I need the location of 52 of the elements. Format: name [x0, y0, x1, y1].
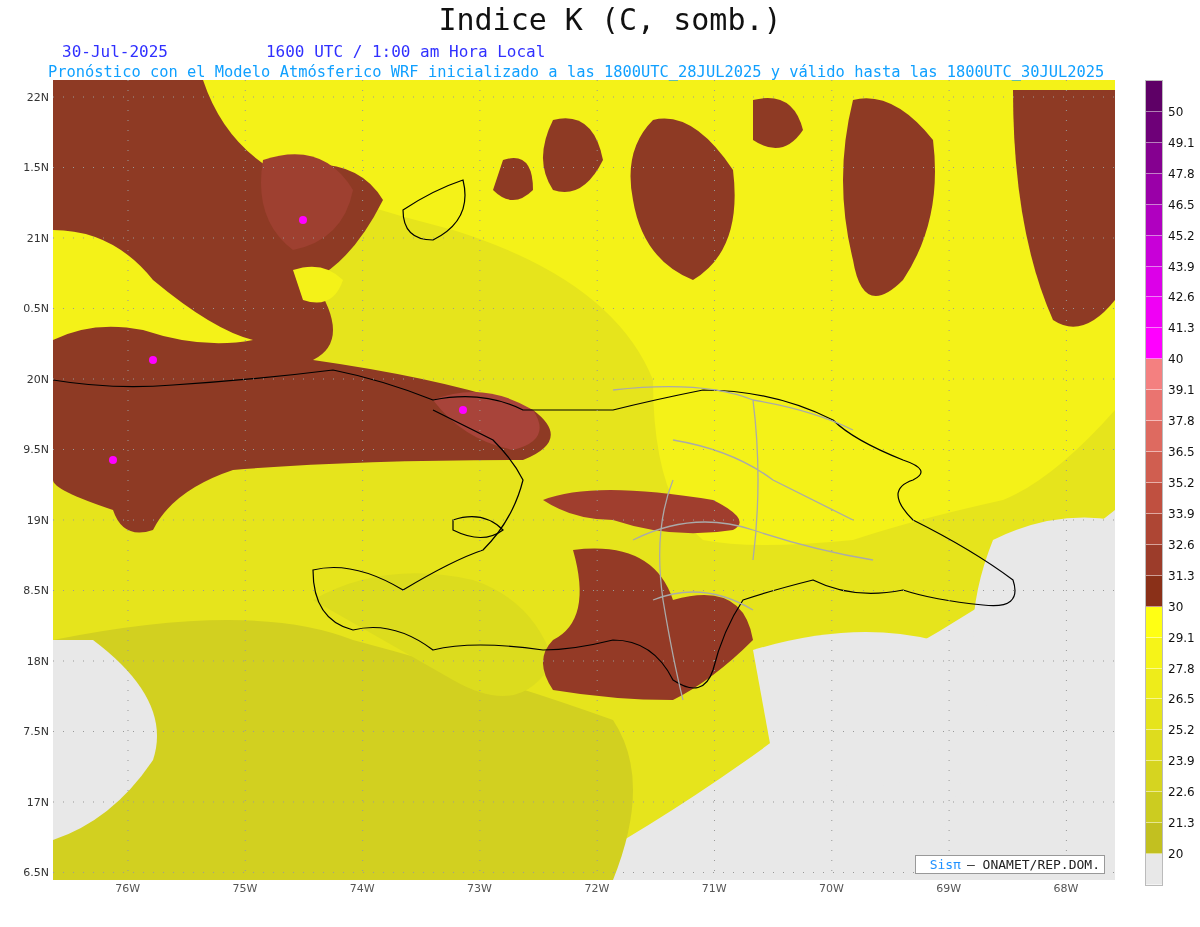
credit-text: – ONAMET/REP.DOM.	[966, 857, 1100, 872]
latitude-label: 22N	[25, 89, 50, 106]
forecast-date: 30-Jul-2025	[62, 42, 168, 62]
latitude-label: 1.5N	[22, 160, 50, 177]
scale-label: 31.3	[1168, 567, 1195, 584]
scale-label: 21.3	[1168, 815, 1195, 832]
scale-label: 30	[1168, 598, 1184, 615]
scale-label: 45.2	[1168, 227, 1195, 244]
scale-label: 40	[1168, 351, 1184, 368]
scale-label: 23.9	[1168, 753, 1195, 770]
scale-label: 50	[1168, 103, 1184, 120]
latitude-label: 9.5N	[22, 442, 50, 459]
scale-label: 37.8	[1168, 413, 1195, 430]
scale-label: 20	[1168, 846, 1184, 863]
scale-label: 22.6	[1168, 784, 1195, 801]
scale-label: 41.3	[1168, 320, 1195, 337]
longitude-label: 74W	[348, 882, 376, 895]
scale-label: 29.1	[1168, 629, 1195, 646]
latitude-label: 0.5N	[22, 301, 50, 318]
scale-label: 43.9	[1168, 258, 1195, 275]
latitude-label: 17N	[25, 794, 50, 811]
scale-label: 26.5	[1168, 691, 1195, 708]
longitude-label: 72W	[583, 882, 611, 895]
scale-label: 33.9	[1168, 505, 1195, 522]
latitude-label: 20N	[25, 371, 50, 388]
logo-text: Sisπ	[929, 857, 961, 872]
scale-label: 36.5	[1168, 444, 1195, 461]
scale-label: 27.8	[1168, 660, 1195, 677]
latitude-label: 21N	[25, 230, 50, 247]
scale-label: 35.2	[1168, 475, 1195, 491]
longitude-label: 73W	[466, 882, 493, 895]
scale-label: 42.6	[1168, 289, 1195, 306]
forecast-subtitle: Pronóstico con el Modelo Atmósferico WRF inicializado a las 1800UTC_28JUL2025 y válido hasta las 1800UTC_30JUL2025	[48, 62, 1106, 82]
scale-label: 32.6	[1168, 536, 1195, 553]
latitude-label: 6.5N	[22, 865, 50, 882]
latitude-label: 8.5N	[22, 583, 50, 600]
scale-label: 47.8	[1168, 165, 1195, 182]
longitude-label: 76W	[114, 882, 142, 895]
longitude-label: 75W	[231, 882, 259, 895]
latitude-label: 18N	[25, 653, 50, 670]
scale-label: 49.1	[1168, 134, 1195, 151]
latitude-label: 19N	[25, 512, 50, 529]
longitude-label: 68W	[1052, 882, 1080, 895]
longitude-label: 69W	[935, 882, 963, 895]
forecast-time: 1600 UTC / 1:00 am Hora Local	[265, 42, 546, 62]
latitude-label: 7.5N	[22, 724, 50, 741]
scale-label: 46.5	[1168, 196, 1195, 213]
longitude-label: 70W	[818, 882, 845, 895]
longitude-label: 71W	[700, 882, 728, 895]
scale-label: 25.2	[1168, 722, 1195, 739]
chart-title: Indice K (C, somb.)	[437, 1, 783, 39]
scale-label: 39.1	[1168, 382, 1195, 399]
